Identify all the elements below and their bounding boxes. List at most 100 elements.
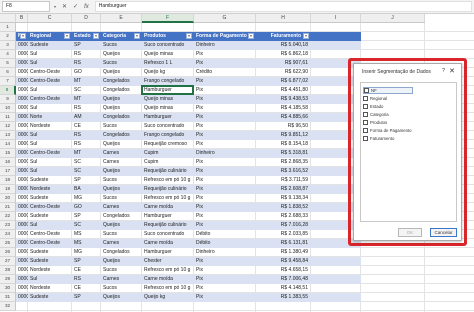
column-header-i[interactable]: I [311, 14, 361, 23]
table-cell[interactable]: Nordeste [28, 266, 72, 275]
table-cell[interactable]: Carnes [101, 149, 142, 158]
table-cell[interactable]: R$ 5.318,81 [256, 149, 311, 158]
table-cell[interactable]: Suco concentrado [142, 41, 194, 50]
column-header-j[interactable]: J [361, 14, 425, 23]
table-cell[interactable]: 000000002 [16, 131, 28, 140]
close-icon[interactable]: ✕ [449, 67, 455, 75]
row-header[interactable]: 22 [0, 212, 16, 221]
table-cell[interactable]: Sucos [101, 59, 142, 68]
table-cell[interactable]: Refresco em pó 10 g [142, 284, 194, 293]
table-cell[interactable]: RS [72, 275, 101, 284]
table-cell[interactable]: Crédito [194, 68, 256, 77]
table-cell[interactable]: 000000004 [16, 149, 28, 158]
table-cell[interactable]: Congelados [101, 86, 142, 95]
table-cell[interactable]: Hamburguer [142, 86, 194, 95]
row-header[interactable]: 16 [0, 158, 16, 167]
table-cell[interactable]: R$ 4.658,15 [256, 266, 311, 275]
table-cell[interactable]: 000000002 [16, 50, 28, 59]
table-cell[interactable]: Congelados [101, 212, 142, 221]
row-header[interactable]: 2 [0, 32, 16, 41]
table-cell[interactable]: Congelados [101, 113, 142, 122]
table-cell[interactable]: Dinheiro [194, 248, 256, 257]
table-cell[interactable]: Sudeste [28, 248, 72, 257]
table-cell[interactable]: Pix [194, 104, 256, 113]
table-cell[interactable]: MG [72, 194, 101, 203]
table-cell[interactable]: Chester [142, 257, 194, 266]
table-cell[interactable]: R$ 3.616,52 [256, 167, 311, 176]
table-cell[interactable]: Carne moída [142, 275, 194, 284]
table-cell[interactable]: Refresco 1 L [142, 59, 194, 68]
table-cell[interactable]: Sudeste [28, 41, 72, 50]
select-all-corner[interactable] [0, 14, 16, 23]
checkbox[interactable] [364, 88, 369, 93]
table-cell[interactable]: MG [72, 248, 101, 257]
table-cell[interactable]: Queijos [101, 95, 142, 104]
table-cell[interactable]: Pix [194, 140, 256, 149]
column-header-c[interactable]: C [28, 14, 72, 23]
table-cell[interactable]: Hamburguer [142, 248, 194, 257]
table-cell[interactable]: 000000003 [16, 86, 28, 95]
table-cell[interactable]: Pix [194, 257, 256, 266]
table-cell[interactable]: Nordeste [28, 284, 72, 293]
table-cell[interactable]: Sul [28, 221, 72, 230]
table-cell[interactable]: Hamburguer [142, 113, 194, 122]
row-header[interactable]: 31 [0, 293, 16, 302]
table-cell[interactable]: Cupim [142, 149, 194, 158]
table-cell[interactable]: Pix [194, 293, 256, 302]
table-cell[interactable]: Pix [194, 95, 256, 104]
table-cell[interactable]: 000000003 [16, 176, 28, 185]
filter-dropdown-icon[interactable]: ▾ [20, 33, 26, 39]
filter-dropdown-icon[interactable]: ▾ [248, 33, 254, 39]
table-cell[interactable]: R$ 6.862,18 [256, 50, 311, 59]
table-cell[interactable]: Pix [194, 275, 256, 284]
table-cell[interactable]: Queijos [101, 293, 142, 302]
table-cell[interactable]: Carne moída [142, 239, 194, 248]
table-cell[interactable]: 000000003 [16, 221, 28, 230]
row-header[interactable]: 20 [0, 194, 16, 203]
table-cell[interactable]: Pix [194, 194, 256, 203]
row-header[interactable]: 14 [0, 140, 16, 149]
table-cell[interactable]: Débito [194, 239, 256, 248]
table-cell[interactable]: Sul [28, 131, 72, 140]
table-cell[interactable]: Pix [194, 284, 256, 293]
table-cell[interactable]: Pix [194, 167, 256, 176]
name-box-dropdown-icon[interactable]: ▾ [54, 4, 56, 9]
row-header[interactable]: 19 [0, 185, 16, 194]
table-cell[interactable]: Sudeste [28, 293, 72, 302]
table-cell[interactable]: Pix [194, 203, 256, 212]
insert-function-icon[interactable]: fx [84, 4, 89, 10]
table-cell[interactable]: AM [72, 113, 101, 122]
table-cell[interactable]: SC [72, 158, 101, 167]
table-cell[interactable]: MT [72, 95, 101, 104]
table-cell[interactable]: Sucos [101, 284, 142, 293]
table-cell[interactable]: R$ 4.148,51 [256, 284, 311, 293]
field-checkbox-item[interactable]: Produtos [363, 119, 387, 126]
table-cell[interactable]: R$ 9.458,84 [256, 257, 311, 266]
table-cell[interactable]: CE [72, 122, 101, 131]
table-cell[interactable]: Pix [194, 185, 256, 194]
table-cell[interactable]: CE [72, 284, 101, 293]
checkbox[interactable] [363, 128, 368, 133]
table-cell[interactable]: Congelados [101, 77, 142, 86]
table-cell[interactable]: 000000003 [16, 59, 28, 68]
table-cell[interactable]: Queijos [101, 257, 142, 266]
table-cell[interactable]: Sucos [101, 41, 142, 50]
table-cell[interactable]: Centro-Oeste [28, 203, 72, 212]
table-cell[interactable]: Congelados [101, 248, 142, 257]
table-cell[interactable]: R$ 9.851,12 [256, 131, 311, 140]
ok-button[interactable]: OK [398, 228, 422, 237]
table-cell[interactable]: Sul [28, 86, 72, 95]
table-cell[interactable]: R$ 1.380,49 [256, 248, 311, 257]
table-cell[interactable]: Frango congelado [142, 131, 194, 140]
table-cell[interactable]: Queijos [101, 50, 142, 59]
cancel-entry-icon[interactable]: ✕ [62, 3, 67, 10]
table-cell[interactable]: Queijos [101, 167, 142, 176]
table-cell[interactable]: 000000002 [16, 275, 28, 284]
column-header-cell[interactable]: Regional [28, 32, 65, 41]
help-icon[interactable]: ? [442, 68, 445, 74]
table-cell[interactable]: Débito [194, 230, 256, 239]
table-cell[interactable]: Sul [28, 158, 72, 167]
row-header[interactable]: 10 [0, 104, 16, 113]
table-cell[interactable]: RS [72, 140, 101, 149]
table-cell[interactable]: 000000004 [16, 95, 28, 104]
